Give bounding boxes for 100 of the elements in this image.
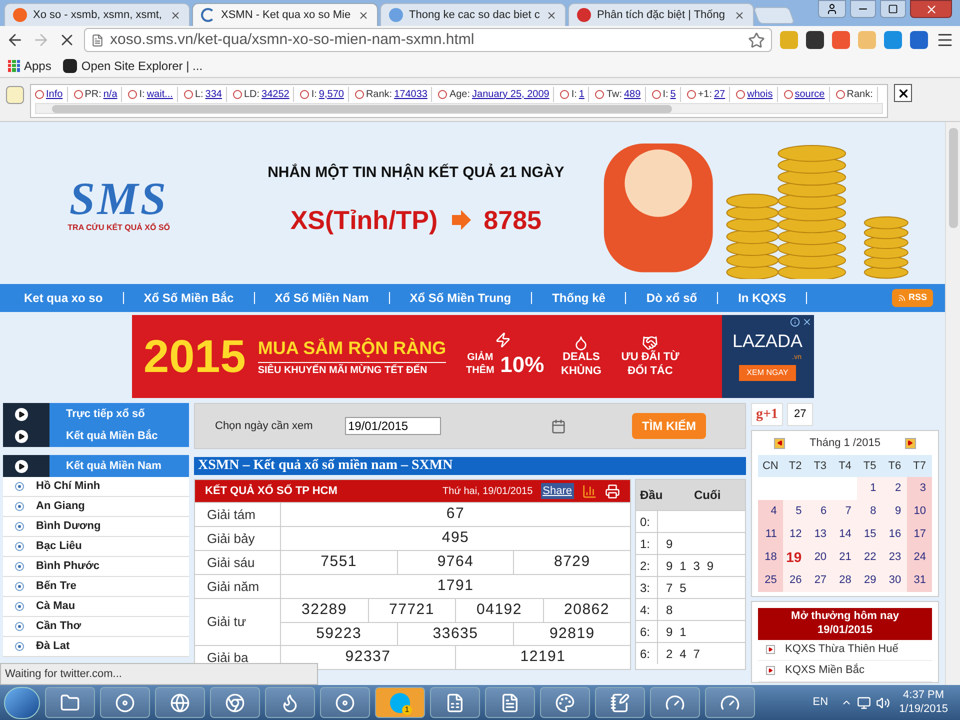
speaker-icon[interactable] <box>876 696 890 710</box>
metric-link[interactable]: 5 <box>670 86 676 102</box>
sidebar-section-header[interactable]: Kết quả Miền Nam <box>3 455 189 477</box>
calendar-day[interactable]: 17 <box>907 523 932 546</box>
calendar-day[interactable]: 25 <box>758 569 783 592</box>
province-link[interactable]: Bến Tre <box>3 577 189 597</box>
start-button[interactable] <box>4 686 40 718</box>
calendar-day[interactable]: 22 <box>857 546 882 569</box>
metric-link[interactable]: 9,570 <box>318 86 344 102</box>
network-icon[interactable] <box>857 696 872 710</box>
vertical-scrollbar[interactable] <box>945 122 960 685</box>
site-logo[interactable]: SMS <box>69 176 168 222</box>
calendar-day[interactable]: 3 <box>907 477 932 500</box>
horizontal-scrollbar[interactable] <box>35 103 883 114</box>
calendar-day[interactable]: 8 <box>857 500 882 523</box>
metric-link[interactable]: January 25, 2009 <box>472 86 550 102</box>
menu-icon[interactable] <box>936 31 954 49</box>
close-icon[interactable] <box>546 10 557 20</box>
calendar-day[interactable]: 27 <box>808 569 833 592</box>
date-field[interactable]: 19/01/2015 <box>345 417 441 435</box>
province-link[interactable]: Cà Mau <box>3 597 189 617</box>
metric-link[interactable]: 174033 <box>394 86 428 102</box>
province-link[interactable]: Bạc Liêu <box>3 537 189 557</box>
province-link[interactable]: An Giang <box>3 497 189 517</box>
bookmark-item[interactable]: Apps <box>8 56 52 74</box>
taskbar-button[interactable] <box>485 687 535 718</box>
calendar-day[interactable]: 10 <box>907 500 932 523</box>
calendar-day[interactable]: 23 <box>882 546 908 569</box>
province-link[interactable]: Hồ Chí Minh <box>3 477 189 497</box>
nav-link[interactable]: Xổ Số Miền Trung <box>398 289 524 307</box>
calendar-day[interactable]: 5 <box>782 500 808 523</box>
taskbar-button[interactable] <box>595 687 645 718</box>
taskbar-button[interactable] <box>100 687 150 718</box>
browser-tab[interactable]: Thong ke cac so dac biet c <box>380 3 566 26</box>
extension-icon[interactable] <box>910 31 928 49</box>
nav-link[interactable]: Thống kê <box>540 289 618 307</box>
province-link[interactable]: Bình Phước <box>3 557 189 577</box>
close-button[interactable] <box>894 84 912 102</box>
province-link[interactable]: Cần Thơ <box>3 617 189 637</box>
next-month-button[interactable] <box>904 438 916 448</box>
calendar-icon[interactable] <box>551 418 566 434</box>
bookmark-item[interactable]: Open Site Explorer | ... <box>63 56 203 74</box>
calendar-day[interactable]: 14 <box>832 523 858 546</box>
calendar-day[interactable]: 26 <box>782 569 808 592</box>
taskbar-button[interactable] <box>320 687 370 718</box>
browser-tab[interactable]: XSMN - Ket qua xo so Mie <box>192 3 378 26</box>
taskbar-button[interactable] <box>155 687 205 718</box>
calendar-day[interactable]: 12 <box>782 523 808 546</box>
google-plus-button[interactable]: g+1 <box>751 403 783 426</box>
taskbar-button[interactable] <box>430 687 480 718</box>
today-link[interactable]: KQXS Miền Bắc <box>758 660 932 682</box>
close-icon[interactable] <box>170 10 181 20</box>
user-button[interactable] <box>818 0 846 18</box>
metric-link[interactable]: 34252 <box>262 86 290 102</box>
calendar-day[interactable]: 9 <box>882 500 908 523</box>
calendar-day[interactable]: 30 <box>882 569 908 592</box>
calendar-day[interactable]: 18 <box>758 546 783 569</box>
taskbar-button[interactable] <box>705 687 755 718</box>
calendar-day[interactable]: 16 <box>882 523 908 546</box>
address-bar[interactable]: xoso.sms.vn/ket-qua/xsmn-xo-so-mien-nam-sxmn.html <box>84 28 772 52</box>
chart-icon[interactable] <box>582 484 597 498</box>
calendar-day[interactable]: 29 <box>857 569 882 592</box>
language-indicator[interactable]: EN <box>812 694 828 711</box>
calendar-day[interactable]: 24 <box>907 546 932 569</box>
calendar-day[interactable]: 20 <box>808 546 833 569</box>
province-link[interactable]: Bình Dương <box>3 517 189 537</box>
close-icon[interactable] <box>358 10 369 20</box>
nav-link[interactable]: Xổ Số Miền Nam <box>262 289 381 307</box>
taskbar-button[interactable] <box>210 687 260 718</box>
metric-link[interactable]: whois <box>747 86 773 102</box>
print-icon[interactable] <box>605 484 620 498</box>
nav-link[interactable]: Xổ Số Miền Bắc <box>132 289 246 307</box>
calendar-day[interactable]: 21 <box>832 546 858 569</box>
metric-link[interactable]: source <box>794 86 825 102</box>
browser-tab[interactable]: Xo so - xsmb, xsmn, xsmt, <box>4 3 190 26</box>
close-icon[interactable] <box>734 10 745 20</box>
extension-icon[interactable] <box>806 31 824 49</box>
metric-link[interactable]: wait... <box>146 86 173 102</box>
maximize-button[interactable] <box>880 0 906 18</box>
metric-link[interactable]: 1 <box>578 86 584 102</box>
bookmark-star-icon[interactable] <box>748 32 765 48</box>
taskbar-button[interactable] <box>45 687 95 718</box>
sidebar-section-header[interactable]: Trực tiếp xổ số <box>3 403 189 425</box>
close-button[interactable] <box>910 0 952 18</box>
share-link[interactable]: Share <box>540 482 574 500</box>
previous-month-button[interactable] <box>774 438 785 448</box>
calendar-day[interactable]: 28 <box>832 569 858 592</box>
calendar-day[interactable]: 2 <box>882 477 908 500</box>
calendar-day[interactable]: 6 <box>808 500 833 523</box>
today-link[interactable]: KQXS Thừa Thiên Huế <box>758 640 932 660</box>
calendar-day[interactable]: 7 <box>832 500 858 523</box>
calendar-day[interactable]: 11 <box>758 523 783 546</box>
metric-link[interactable]: Info <box>46 86 63 102</box>
clock[interactable]: 4:37 PM 1/19/2015 <box>895 688 952 716</box>
calendar-day[interactable]: 13 <box>808 523 833 546</box>
nav-link[interactable]: Ket qua xo so <box>12 289 115 307</box>
calendar-day[interactable]: 4 <box>758 500 783 523</box>
metric-link[interactable]: 27 <box>714 86 726 102</box>
taskbar-button[interactable] <box>650 687 700 718</box>
taskbar-button[interactable]: 1 <box>375 687 425 718</box>
